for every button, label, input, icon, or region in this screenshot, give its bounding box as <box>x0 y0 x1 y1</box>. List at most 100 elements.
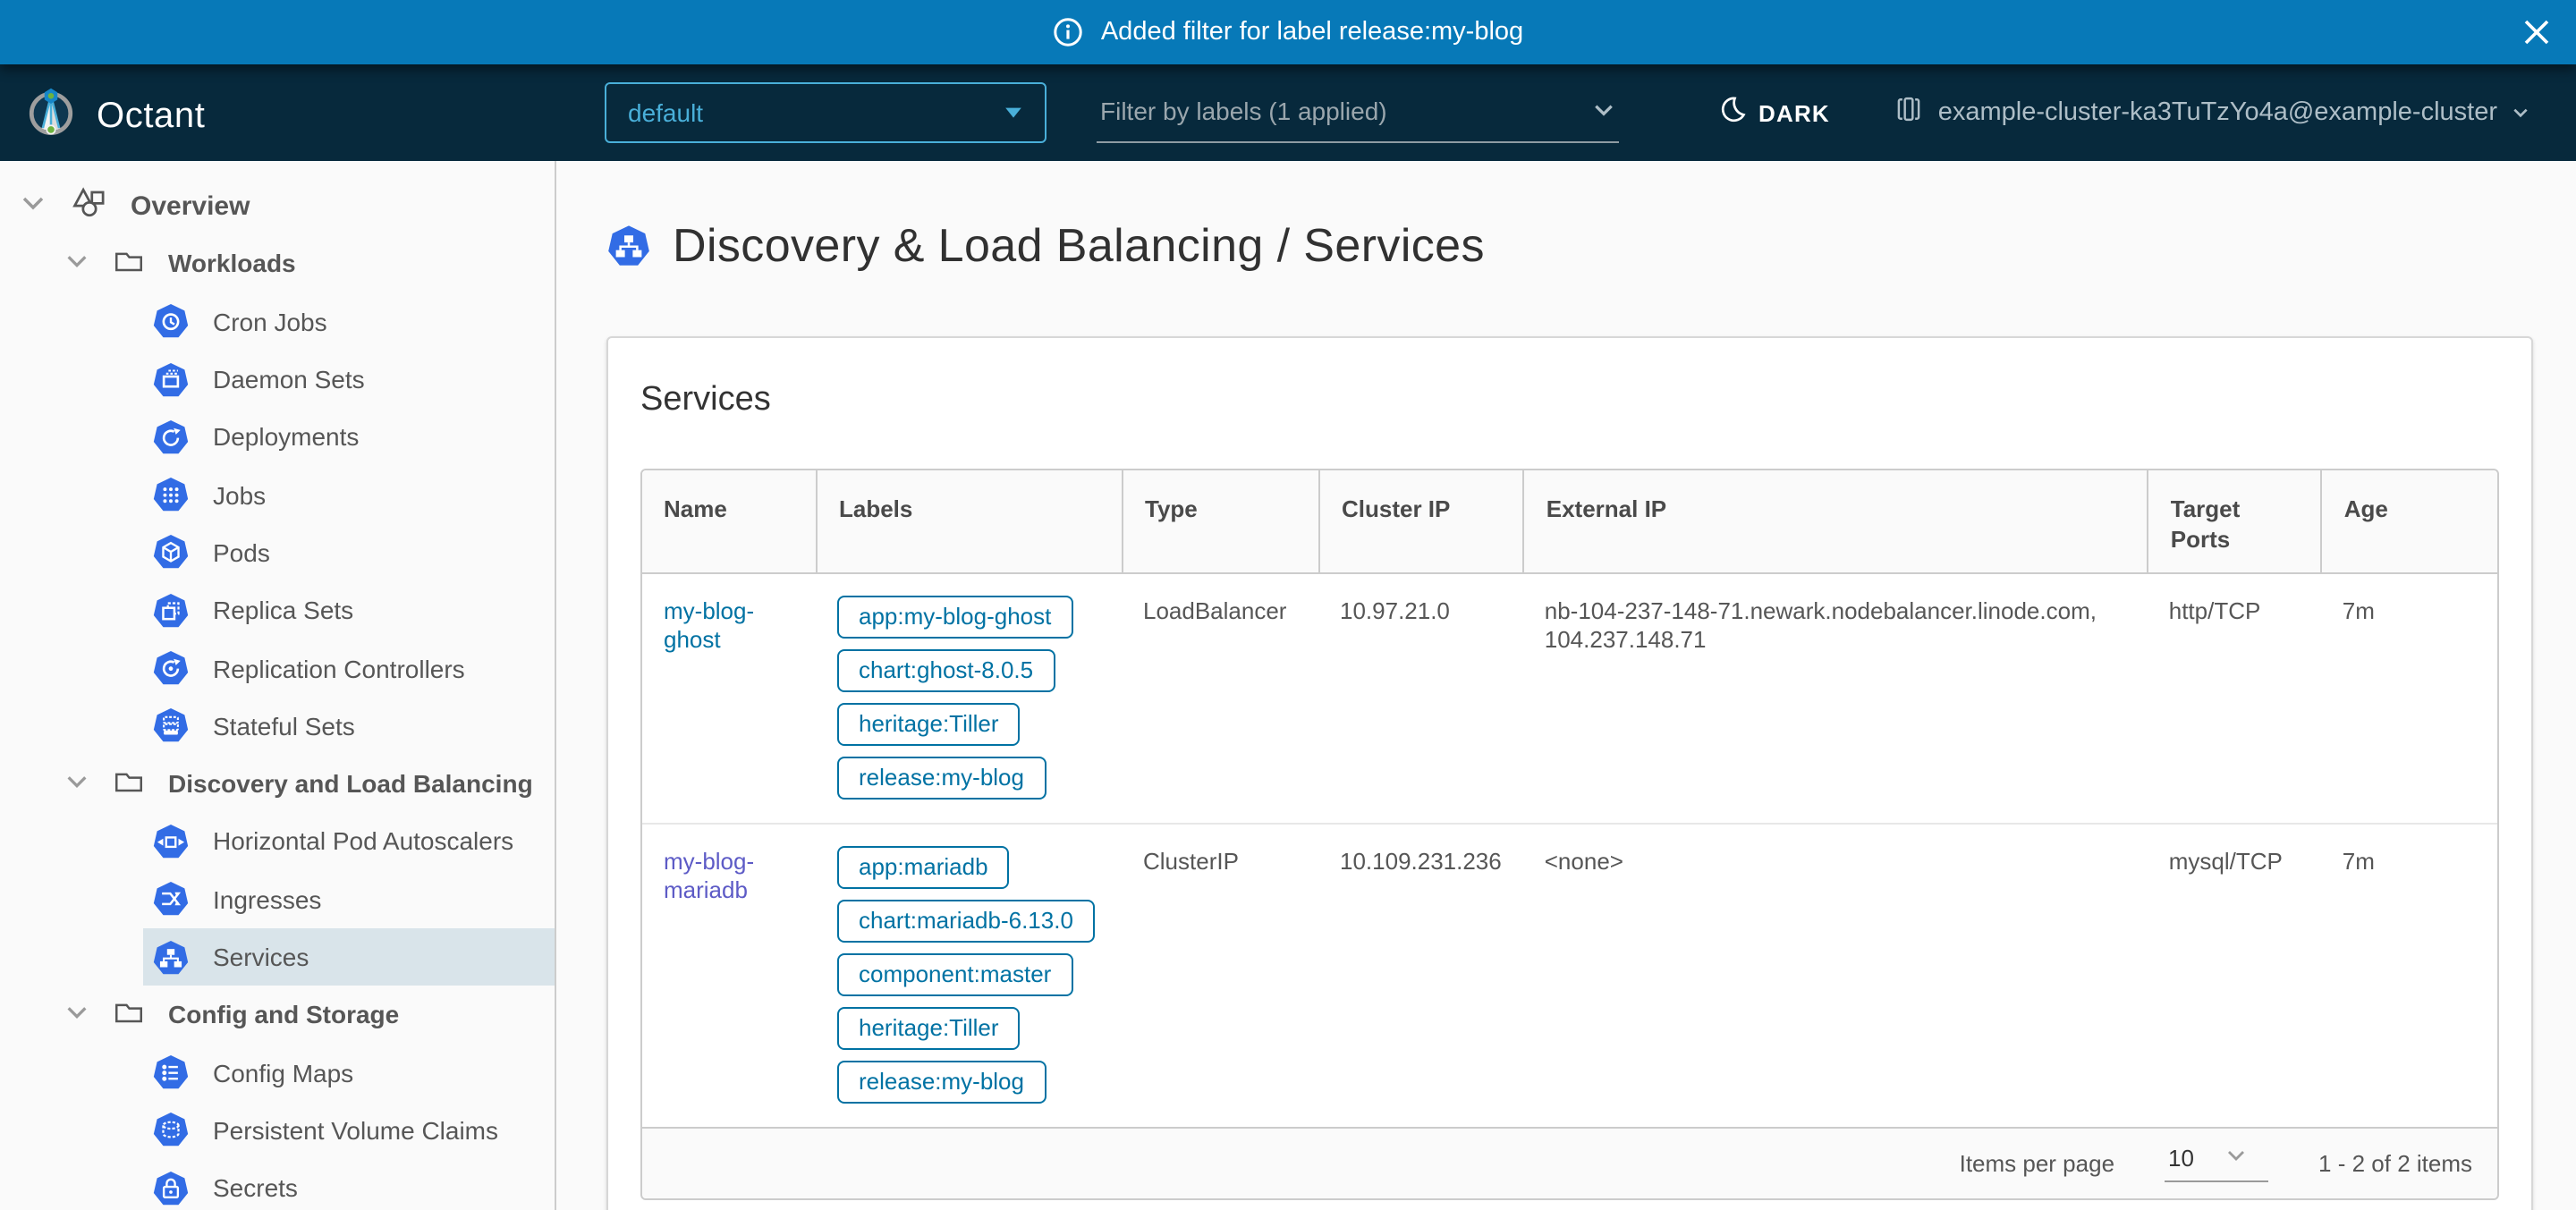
label-chip[interactable]: chart:ghost-8.0.5 <box>837 649 1055 692</box>
label-chip[interactable]: app:my-blog-ghost <box>837 596 1072 639</box>
column-header-cluster-ip: Cluster IP <box>1318 470 1523 574</box>
theme-toggle-button[interactable]: DARK <box>1717 95 1830 132</box>
sidebar-item-stateful-sets[interactable]: Stateful Sets <box>143 697 555 755</box>
sidebar-item-deployments[interactable]: Deployments <box>143 408 555 466</box>
sidebar-group-discovery-load-balancing[interactable]: Discovery and Load Balancing <box>0 755 555 813</box>
sidebar-item-ingresses[interactable]: Ingresses <box>143 870 555 928</box>
chevron-down-icon[interactable] <box>64 1000 89 1030</box>
pvc-icon <box>152 1112 190 1149</box>
pods-icon <box>152 534 190 571</box>
sidebar-item-replication-controllers[interactable]: Replication Controllers <box>143 639 555 698</box>
sidebar-group-config-storage[interactable]: Config and Storage <box>0 986 555 1044</box>
sidebar-item-label: Overview <box>131 190 250 221</box>
sidebar-item-label: Persistent Volume Claims <box>213 1116 498 1145</box>
sidebar-item-label: Config Maps <box>213 1058 353 1087</box>
page-title: Discovery & Load Balancing / Services <box>673 218 1485 274</box>
label-chip[interactable]: heritage:Tiller <box>837 703 1021 746</box>
config-maps-icon <box>152 1053 190 1091</box>
chevron-down-icon <box>1592 98 1615 122</box>
folder-icon <box>111 994 147 1036</box>
label-chip[interactable]: heritage:Tiller <box>837 1007 1021 1050</box>
cluster-ip: 10.109.231.236 <box>1318 823 1523 1127</box>
column-header-type: Type <box>1122 470 1318 574</box>
external-ip: <none> <box>1523 823 2148 1127</box>
sidebar-item-overview[interactable]: Overview <box>0 177 555 235</box>
label-chip[interactable]: release:my-blog <box>837 1061 1046 1104</box>
sidebar-item-cron-jobs[interactable]: Cron Jobs <box>143 292 555 351</box>
namespace-dropdown[interactable]: default <box>605 82 1046 143</box>
pagination-range: 1 - 2 of 2 items <box>2318 1150 2472 1177</box>
chevron-down-icon[interactable] <box>20 189 47 223</box>
page-title-row: Discovery & Load Balancing / Services <box>606 218 2533 274</box>
chevron-down-icon <box>2226 1145 2248 1172</box>
sidebar-item-jobs[interactable]: Jobs <box>143 466 555 524</box>
page-size-select[interactable]: 10 <box>2165 1145 2268 1182</box>
cluster-selector[interactable]: example-cluster-ka3TuTzYo4a@example-clus… <box>1895 95 2529 131</box>
close-icon[interactable] <box>2521 16 2553 48</box>
sidebar-item-label: Horizontal Pod Autoscalers <box>213 827 513 856</box>
secrets-icon <box>152 1169 190 1206</box>
sidebar-item-services[interactable]: Services <box>143 928 555 986</box>
sidebar-item-label: Ingresses <box>213 884 321 913</box>
label-chip[interactable]: release:my-blog <box>837 757 1046 800</box>
label-chip[interactable]: app:mariadb <box>837 846 1010 889</box>
label-filter-dropdown[interactable]: Filter by labels (1 applied) <box>1097 82 1619 143</box>
replication-controllers-icon <box>152 649 190 687</box>
sidebar-group-label: Workloads <box>168 250 296 278</box>
label-filter-placeholder: Filter by labels (1 applied) <box>1100 96 1592 124</box>
external-ip: nb-104-237-148-71.newark.nodebalancer.li… <box>1523 574 2148 823</box>
sidebar-item-label: Deployments <box>213 423 359 452</box>
sidebar-item-label: Stateful Sets <box>213 712 355 740</box>
folder-icon <box>111 243 147 284</box>
service-link[interactable]: my-blog-ghost <box>664 597 754 653</box>
alert-bar: Added filter for label release:my-blog <box>0 0 2576 64</box>
sidebar-item-label: Services <box>213 943 309 971</box>
main-content: Discovery & Load Balancing / Services Se… <box>558 161 2576 1210</box>
table-row: my-blog-ghost app:my-blog-ghost chart:gh… <box>642 574 2497 823</box>
daemon-sets-icon <box>152 360 190 398</box>
service-link[interactable]: my-blog-mariadb <box>664 848 754 903</box>
age: 7m <box>2321 823 2497 1127</box>
sidebar-item-secrets[interactable]: Secrets <box>143 1159 555 1210</box>
chevron-down-icon[interactable] <box>64 249 89 279</box>
screenshot-stage: Added filter for label release:my-blog <box>0 0 2576 1210</box>
target-ports: http/TCP <box>2148 574 2321 823</box>
sidebar-item-label: Secrets <box>213 1173 298 1202</box>
stateful-sets-icon <box>152 707 190 745</box>
sidebar-group-label: Config and Storage <box>168 1001 399 1029</box>
caret-down-icon <box>1004 98 1023 127</box>
services-table: Name Labels Type Cluster IP External IP … <box>640 469 2499 1200</box>
column-header-external-ip: External IP <box>1523 470 2148 574</box>
alert-message: Added filter for label release:my-blog <box>1101 18 1523 47</box>
jobs-icon <box>152 476 190 513</box>
table-row: my-blog-mariadb app:mariadb chart:mariad… <box>642 823 2497 1127</box>
sidebar-item-config-maps[interactable]: Config Maps <box>143 1044 555 1102</box>
theme-toggle-label: DARK <box>1758 100 1830 127</box>
chevron-down-icon[interactable] <box>64 768 89 799</box>
sidebar-item-label: Cron Jobs <box>213 307 327 335</box>
sidebar-item-pods[interactable]: Pods <box>143 524 555 582</box>
services-card: Services Name Labels Type Cluster IP Ext… <box>606 336 2533 1210</box>
column-header-labels: Labels <box>816 470 1122 574</box>
column-header-name: Name <box>642 470 816 574</box>
cluster-icon <box>1895 95 1924 131</box>
sidebar-item-replica-sets[interactable]: Replica Sets <box>143 581 555 639</box>
sidebar-item-persistent-volume-claims[interactable]: Persistent Volume Claims <box>143 1102 555 1160</box>
label-chip[interactable]: component:master <box>837 953 1072 996</box>
table-footer-row: Items per page 10 1 - 2 of 2 items <box>642 1127 2497 1198</box>
brand: Octant <box>25 86 205 147</box>
sidebar-group-label: Discovery and Load Balancing <box>168 769 533 798</box>
age: 7m <box>2321 574 2497 823</box>
sidebar-item-daemon-sets[interactable]: Daemon Sets <box>143 351 555 409</box>
moon-icon <box>1717 95 1746 132</box>
sidebar-item-label: Replication Controllers <box>213 654 465 682</box>
cluster-ip: 10.97.21.0 <box>1318 574 1523 823</box>
sidebar-group-workloads[interactable]: Workloads <box>0 235 555 293</box>
replica-sets-icon <box>152 591 190 629</box>
top-nav: Octant default Filter by labels (1 appli… <box>0 64 2576 161</box>
cron-jobs-icon <box>152 302 190 340</box>
sidebar-item-label: Jobs <box>213 480 266 509</box>
label-chip[interactable]: chart:mariadb-6.13.0 <box>837 900 1095 943</box>
namespace-value: default <box>628 98 1004 127</box>
sidebar-item-horizontal-pod-autoscalers[interactable]: Horizontal Pod Autoscalers <box>143 813 555 871</box>
